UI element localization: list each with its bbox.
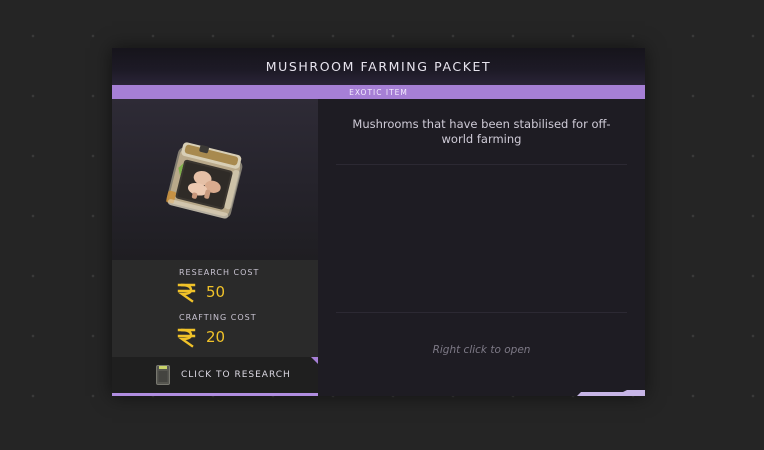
- divider-top: [336, 164, 627, 165]
- crafting-cost-label: CRAFTING COST: [179, 313, 257, 322]
- research-cost-value: 50: [206, 283, 226, 301]
- rupee-currency-icon: [177, 328, 196, 348]
- right-panel: Mushrooms that have been stabilised for …: [318, 99, 645, 396]
- rarity-banner: EXOTIC ITEM: [112, 85, 645, 99]
- left-panel: RESEARCH COST 50 CRAFTING COST 20 CLICK …: [112, 99, 318, 396]
- item-tooltip: MUSHROOM FARMING PACKET EXOTIC ITEM RESE…: [112, 48, 645, 396]
- right-bottom-accent: [577, 390, 645, 396]
- research-button-label: CLICK TO RESEARCH: [181, 370, 291, 380]
- item-description: Mushrooms that have been stabilised for …: [352, 117, 611, 146]
- item-title: MUSHROOM FARMING PACKET: [265, 59, 492, 74]
- title-bar: MUSHROOM FARMING PACKET: [112, 48, 645, 85]
- rarity-label: EXOTIC ITEM: [349, 87, 408, 97]
- click-to-research-button[interactable]: CLICK TO RESEARCH: [112, 357, 318, 393]
- crafting-cost-row: 20: [176, 326, 225, 348]
- button-corner-accent: [311, 357, 318, 364]
- research-cost-label: RESEARCH COST: [179, 268, 260, 277]
- cost-area: RESEARCH COST 50 CRAFTING COST 20: [112, 260, 318, 357]
- rupee-currency-icon: [177, 283, 196, 303]
- mushroom-packet-icon: [166, 142, 243, 219]
- item-image-area: [112, 99, 318, 260]
- right-click-hint: Right click to open: [432, 344, 531, 356]
- crafting-cost-value: 20: [206, 328, 226, 346]
- research-card-icon: [156, 365, 170, 385]
- research-cost-row: 50: [176, 281, 225, 303]
- divider-bottom: [336, 312, 627, 313]
- left-bottom-accent: [112, 393, 318, 396]
